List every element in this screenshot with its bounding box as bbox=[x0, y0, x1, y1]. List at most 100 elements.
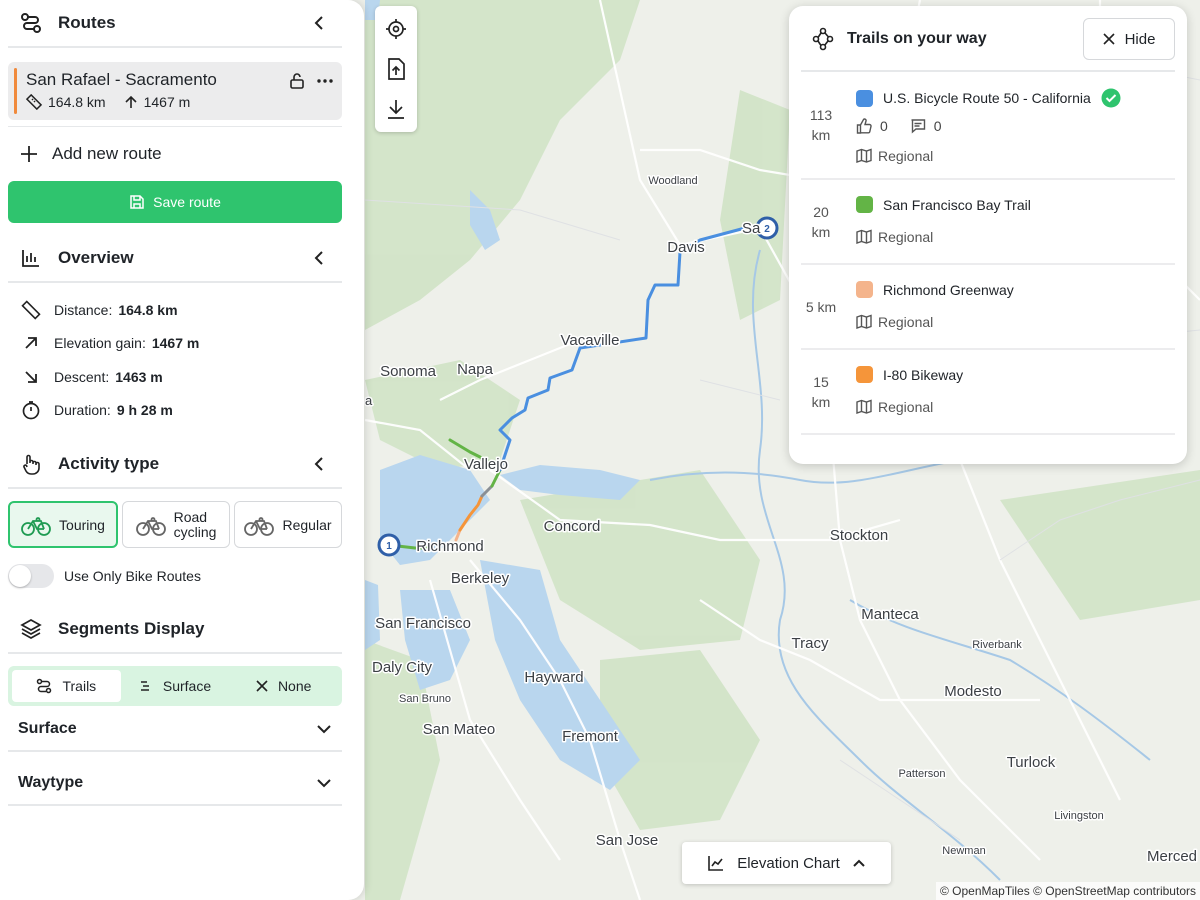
touring-bike-icon bbox=[21, 516, 51, 536]
trail-name: I-80 Bikeway bbox=[883, 366, 964, 383]
road-bike-icon bbox=[135, 516, 166, 536]
trail-item[interactable]: 113 km U.S. Bicycle Route 50 - California… bbox=[801, 72, 1175, 180]
label-edge: a bbox=[365, 393, 373, 408]
surface-lines-icon bbox=[140, 681, 149, 691]
label-newman: Newman bbox=[942, 845, 985, 857]
label-vallejo: Vallejo bbox=[464, 456, 508, 473]
more-options-icon[interactable] bbox=[316, 72, 334, 90]
save-route-label: Save route bbox=[153, 194, 221, 210]
label-livingston: Livingston bbox=[1054, 810, 1104, 822]
map-attribution[interactable]: © OpenMapTiles © OpenStreetMap contribut… bbox=[935, 882, 1200, 900]
save-route-button[interactable]: Save route bbox=[8, 181, 342, 223]
chevron-left-icon[interactable] bbox=[308, 453, 330, 475]
add-new-route-button[interactable]: Add new route bbox=[8, 127, 342, 181]
label-richmond: Richmond bbox=[416, 538, 484, 555]
chevron-down-icon bbox=[317, 725, 331, 734]
upload-file-icon[interactable] bbox=[385, 57, 407, 81]
label-merced: Merced bbox=[1147, 848, 1197, 865]
surface-section-header[interactable]: Surface bbox=[8, 708, 342, 752]
arrow-up-icon bbox=[125, 95, 137, 108]
label-fremont: Fremont bbox=[562, 728, 619, 745]
label-riverbank: Riverbank bbox=[972, 639, 1022, 651]
trail-category: Regional bbox=[878, 229, 934, 245]
activity-regular-button[interactable]: Regular bbox=[234, 501, 342, 548]
stopwatch-icon bbox=[20, 400, 42, 420]
trail-comments: 0 bbox=[933, 118, 942, 134]
activity-road-cycling-button[interactable]: Road cycling bbox=[122, 501, 230, 548]
label-modesto: Modesto bbox=[944, 683, 1002, 700]
trail-category: Regional bbox=[878, 399, 934, 415]
route-icon bbox=[37, 678, 52, 694]
segments-display-control: Trails Surface None bbox=[8, 666, 342, 706]
waypoint-start[interactable]: 1 bbox=[377, 533, 401, 557]
overview-title: Overview bbox=[58, 248, 134, 267]
segment-none-button[interactable]: None bbox=[229, 670, 338, 702]
trail-name: Richmond Greenway bbox=[883, 281, 1014, 298]
comment-icon[interactable] bbox=[910, 118, 926, 134]
area-chart-icon bbox=[708, 856, 724, 871]
map-tools bbox=[375, 6, 417, 132]
regular-bike-icon bbox=[244, 516, 275, 536]
label-hayward: Hayward bbox=[524, 669, 583, 686]
lock-open-icon[interactable] bbox=[288, 72, 306, 90]
bar-chart-icon bbox=[20, 247, 42, 269]
trail-item[interactable]: 15 km I-80 Bikeway Regional bbox=[801, 350, 1175, 435]
trail-color-swatch bbox=[856, 196, 873, 213]
route-elevation: 1467 m bbox=[143, 94, 191, 110]
arrow-down-right-icon bbox=[20, 369, 42, 385]
map-icon bbox=[856, 148, 872, 163]
trail-color-swatch bbox=[856, 281, 873, 298]
chevron-left-icon[interactable] bbox=[308, 12, 330, 34]
route-card[interactable]: San Rafael - Sacramento 164.8 km 1467 m bbox=[8, 62, 342, 120]
locate-icon[interactable] bbox=[385, 18, 407, 40]
map-icon bbox=[856, 314, 872, 329]
route-icon bbox=[20, 12, 42, 34]
trail-name: San Francisco Bay Trail bbox=[883, 196, 1031, 213]
download-icon[interactable] bbox=[385, 98, 407, 120]
trails-icon bbox=[812, 27, 834, 51]
label-patterson: Patterson bbox=[898, 768, 945, 780]
chevron-up-icon bbox=[853, 859, 865, 867]
verified-check-icon bbox=[1101, 88, 1121, 108]
label-davis: Davis bbox=[667, 239, 705, 256]
waytype-title: Waytype bbox=[18, 774, 84, 791]
label-san-jose: San Jose bbox=[596, 832, 659, 849]
plus-icon bbox=[21, 146, 37, 162]
label-woodland: Woodland bbox=[648, 175, 697, 187]
trails-panel-title: Trails on your way bbox=[847, 30, 987, 47]
segments-display-header: Segments Display bbox=[8, 606, 342, 654]
trail-name: U.S. Bicycle Route 50 - California bbox=[883, 90, 1091, 106]
label-berkeley: Berkeley bbox=[451, 570, 510, 587]
activity-touring-button[interactable]: Touring bbox=[8, 501, 118, 548]
label-napa: Napa bbox=[457, 361, 494, 378]
label-tracy: Tracy bbox=[792, 635, 829, 652]
overview-header: Overview bbox=[8, 235, 342, 283]
trail-likes: 0 bbox=[880, 118, 888, 134]
bike-routes-toggle[interactable] bbox=[8, 564, 54, 588]
trail-category: Regional bbox=[878, 148, 934, 164]
svg-text:1: 1 bbox=[386, 541, 392, 552]
bike-routes-toggle-label: Use Only Bike Routes bbox=[64, 568, 201, 584]
label-san-bruno: San Bruno bbox=[399, 693, 451, 705]
overview-stats: Distance: 164.8 km Elevation gain: 1467 … bbox=[8, 283, 342, 427]
routes-title: Routes bbox=[58, 13, 116, 32]
label-concord: Concord bbox=[544, 518, 601, 535]
segment-trails-button[interactable]: Trails bbox=[12, 670, 121, 702]
trail-item[interactable]: 5 km Richmond Greenway Regional bbox=[801, 265, 1175, 350]
thumbs-up-icon[interactable] bbox=[856, 118, 872, 134]
route-distance: 164.8 km bbox=[48, 94, 106, 110]
trail-item[interactable]: 20 km San Francisco Bay Trail Regional bbox=[801, 180, 1175, 265]
hide-trails-button[interactable]: Hide bbox=[1083, 18, 1175, 60]
ruler-icon bbox=[26, 94, 42, 110]
sidebar: Routes San Rafael - Sacramento 164.8 km … bbox=[0, 0, 364, 900]
label-stockton: Stockton bbox=[830, 527, 888, 544]
label-turlock: Turlock bbox=[1007, 754, 1056, 771]
trail-color-swatch bbox=[856, 366, 873, 383]
close-icon bbox=[1102, 33, 1115, 45]
waytype-section-header[interactable]: Waytype bbox=[8, 762, 342, 806]
elevation-chart-button[interactable]: Elevation Chart bbox=[682, 842, 891, 884]
chevron-left-icon[interactable] bbox=[308, 247, 330, 269]
segment-surface-button[interactable]: Surface bbox=[121, 670, 230, 702]
save-icon bbox=[130, 195, 144, 209]
label-sacramento: Sa bbox=[742, 220, 761, 237]
